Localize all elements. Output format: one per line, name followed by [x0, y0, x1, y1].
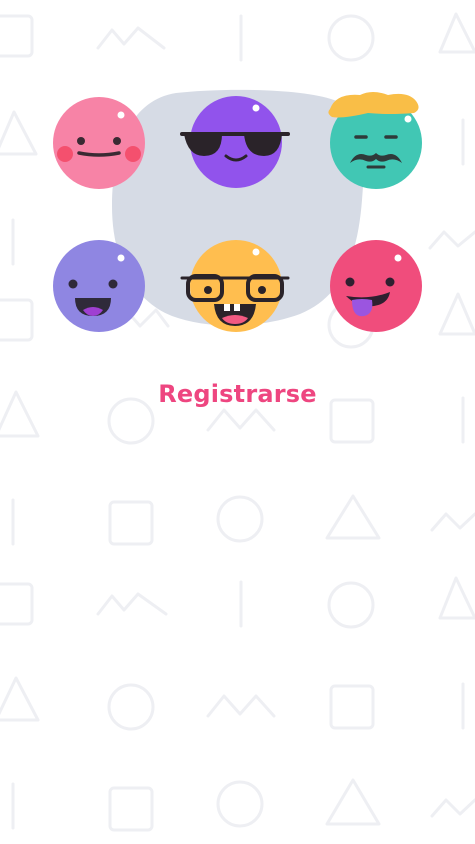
- page-title: Registrarse: [158, 380, 317, 408]
- avatar-lavender-smile[interactable]: [51, 238, 147, 334]
- lavender-smile-face-icon: [53, 240, 145, 332]
- purple-sunglasses-face-icon: [180, 96, 290, 188]
- teal-mustache-face-icon: [328, 92, 422, 189]
- pink-blush-face-icon: [53, 97, 145, 189]
- avatar-purple-sunglasses[interactable]: [180, 94, 290, 190]
- avatar-yellow-glasses[interactable]: [180, 238, 290, 334]
- avatar-teal-mustache[interactable]: [328, 92, 424, 191]
- avatar-pink-blush[interactable]: [51, 95, 147, 191]
- avatar-red-tongue[interactable]: [328, 238, 424, 334]
- yellow-glasses-face-icon: [180, 240, 290, 332]
- red-tongue-face-icon: [330, 240, 422, 332]
- register-screen: Registrarse: [0, 0, 475, 844]
